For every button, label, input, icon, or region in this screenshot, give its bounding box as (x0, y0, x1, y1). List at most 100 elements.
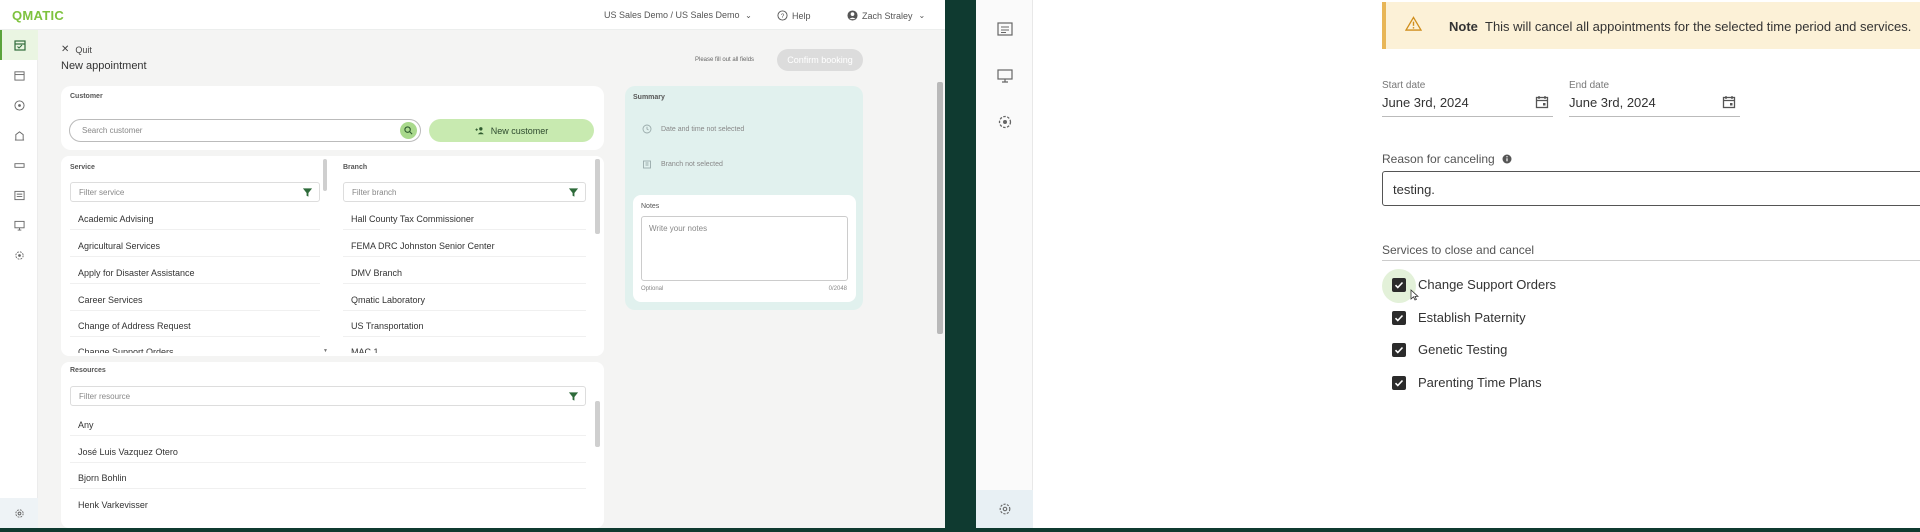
notes-textarea[interactable]: Write your notes (641, 216, 848, 281)
sidebar-item-branch[interactable] (0, 120, 38, 150)
divider (1382, 260, 1920, 261)
divider (343, 256, 586, 257)
service-option-label: Genetic Testing (1418, 342, 1508, 357)
calendar-icon (14, 40, 26, 51)
user-name: Zach Straley (862, 10, 913, 21)
branch-scrollbar[interactable] (595, 159, 600, 234)
help-link[interactable]: ? Help (777, 10, 811, 21)
summary-branch-row: Branch not selected (642, 159, 723, 169)
sidebar-item-reports[interactable] (997, 22, 1013, 36)
branch-item[interactable]: MAC 1 (351, 347, 379, 353)
checkbox[interactable] (1392, 375, 1406, 390)
checkbox[interactable] (1392, 310, 1406, 325)
service-option[interactable]: Genetic Testing (1392, 342, 1507, 357)
end-date-value: June 3rd, 2024 (1569, 95, 1656, 110)
account-selector[interactable]: US Sales Demo / US Sales Demo ⌄ (604, 10, 752, 20)
branch-item[interactable]: Qmatic Laboratory (351, 295, 425, 305)
service-item[interactable]: Academic Advising (78, 214, 154, 224)
settings-icon (14, 508, 24, 518)
calendar-icon[interactable] (1722, 95, 1736, 109)
info-icon[interactable] (1502, 154, 1512, 164)
note-text: This will cancel all appointments for th… (1485, 19, 1912, 34)
notes-label: Notes (641, 203, 660, 210)
end-date-field[interactable]: June 3rd, 2024 (1569, 91, 1740, 117)
divider (343, 310, 586, 311)
divider (70, 336, 320, 337)
sidebar-item-settings[interactable] (976, 490, 1033, 528)
filter-branch-placeholder: Filter branch (352, 188, 397, 197)
notes-optional-label: Optional (641, 286, 664, 292)
filter-branch-input[interactable]: Filter branch (343, 182, 586, 202)
sidebar-item-users[interactable] (997, 114, 1013, 130)
monitor-icon (13, 220, 25, 231)
resource-item[interactable]: Henk Varkevisser (78, 500, 148, 510)
reason-input[interactable]: testing. (1382, 171, 1920, 206)
sidebar-item-settings[interactable] (0, 498, 38, 528)
divider (70, 229, 320, 230)
scroll-down-arrow-icon[interactable]: ▼ (323, 348, 328, 354)
service-item[interactable]: Change of Address Request (78, 321, 191, 331)
filter-icon (302, 188, 313, 197)
resource-item[interactable]: José Luis Vazquez Otero (78, 447, 178, 457)
check-icon (1394, 346, 1404, 354)
service-item[interactable]: Career Services (78, 295, 143, 305)
confirm-booking-button[interactable]: Confirm booking (777, 49, 863, 71)
summary-date-row: Date and time not selected (642, 124, 744, 134)
filter-resource-input[interactable]: Filter resource (70, 386, 586, 406)
service-item[interactable]: Change Support Orders (78, 347, 174, 353)
service-option[interactable]: Establish Paternity (1392, 310, 1526, 325)
sidebar-item-queue[interactable] (0, 90, 38, 120)
sidebar-item-calendar[interactable] (0, 60, 38, 90)
sidebar-item-monitor[interactable] (0, 210, 38, 240)
filter-icon (568, 392, 579, 401)
resource-item[interactable]: Bjorn Bohlin (78, 473, 127, 483)
service-option-label: Parenting Time Plans (1418, 375, 1542, 390)
target-icon (13, 99, 25, 111)
booking-app: QMATIC US Sales Demo / US Sales Demo ⌄ ?… (0, 0, 945, 528)
page-scrollbar[interactable] (937, 82, 943, 334)
branch-item[interactable]: FEMA DRC Johnston Senior Center (351, 241, 495, 251)
sidebar-item-users[interactable] (0, 240, 38, 270)
search-customer-input[interactable]: Search customer (69, 119, 421, 142)
new-customer-button[interactable]: New customer (429, 119, 594, 142)
account-label: US Sales Demo / US Sales Demo (604, 10, 740, 20)
checkbox[interactable] (1392, 277, 1406, 292)
branch-item[interactable]: Hall County Tax Commissioner (351, 214, 474, 224)
qmatic-logo: QMATIC (12, 8, 65, 23)
building-icon (643, 160, 651, 169)
search-button[interactable] (400, 122, 417, 139)
branch-section-label: Branch (343, 164, 368, 171)
check-icon (1394, 281, 1404, 289)
sidebar-item-monitor[interactable] (997, 69, 1013, 83)
sidebar-item-reports[interactable] (0, 180, 38, 210)
service-option[interactable]: Parenting Time Plans (1392, 375, 1542, 390)
calendar-icon[interactable] (1535, 95, 1549, 109)
divider (70, 488, 586, 489)
quit-button[interactable]: ✕ Quit (61, 44, 92, 55)
end-date-label: End date (1569, 80, 1610, 91)
add-user-icon (475, 127, 484, 135)
sidebar-item-tickets[interactable] (0, 150, 38, 180)
service-item[interactable]: Apply for Disaster Assistance (78, 268, 195, 278)
filter-service-input[interactable]: Filter service (70, 182, 320, 202)
customer-section-label: Customer (70, 93, 103, 100)
service-scrollbar[interactable] (323, 159, 327, 191)
list-icon (997, 22, 1013, 36)
notes-placeholder: Write your notes (649, 224, 708, 233)
resource-item[interactable]: Any (78, 420, 94, 430)
service-section-label: Service (70, 164, 95, 171)
list-icon (13, 190, 25, 200)
customer-card: Customer Search customer New customer (61, 86, 604, 150)
user-menu[interactable]: Zach Straley ⌄ (847, 10, 925, 21)
check-icon (1394, 314, 1404, 322)
checkbox[interactable] (1392, 342, 1406, 357)
branch-item[interactable]: DMV Branch (351, 268, 402, 278)
branch-item[interactable]: US Transportation (351, 321, 424, 331)
service-item[interactable]: Agricultural Services (78, 241, 160, 251)
sidebar-item-appointments[interactable] (0, 30, 38, 60)
start-date-field[interactable]: June 3rd, 2024 (1382, 91, 1553, 117)
resource-scrollbar[interactable] (595, 401, 600, 447)
warning-note: Note This will cancel all appointments f… (1382, 2, 1920, 49)
help-icon: ? (777, 10, 788, 21)
reason-label-row: Reason for canceling (1382, 152, 1512, 166)
